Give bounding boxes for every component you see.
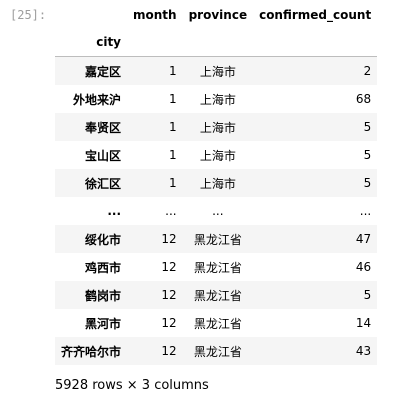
table-row: 徐汇区 1 上海市 5 [55, 169, 378, 197]
cell-month: 12 [161, 344, 177, 358]
cell-province: 黑龙江省 [193, 316, 242, 331]
cell-province: 上海市 [199, 148, 236, 163]
table-row: 齐齐哈尔市 12 黑龙江省 43 [55, 337, 378, 365]
cell-province: 黑龙江省 [193, 232, 242, 247]
cell-month: 1 [168, 64, 177, 78]
table-row: 奉贤区 1 上海市 5 [55, 113, 378, 141]
table-row: 宝山区 1 上海市 5 [55, 141, 377, 169]
cell-confirmed-count: 14 [355, 316, 372, 330]
row-index-city: 外地来沪 [73, 92, 122, 107]
table-body: 嘉定区 1 上海市 2 外地来沪 1 上海市 68 奉贤区 1 上海市 5 宝山区 1 上海市 5 徐汇区 1 上海… [55, 56, 378, 365]
cell-confirmed-count: 5 [363, 288, 372, 302]
cell-month: 1 [168, 120, 177, 134]
cell-confirmed-count: 46 [355, 260, 372, 274]
row-index-city: ... [107, 204, 122, 218]
table-row: 黑河市 12 黑龙江省 14 [55, 309, 377, 337]
cell-province: 上海市 [199, 176, 236, 191]
table-row: ............ [55, 197, 377, 225]
dataframe-shape-footer: 5928 rows × 3 columns [55, 378, 209, 393]
index-name-row: city [55, 28, 378, 57]
cell-month: 1 [168, 176, 177, 190]
column-header-row: month province confirmed_count [55, 2, 377, 28]
cell-province: 上海市 [199, 92, 236, 107]
cell-confirmed-count: 5 [363, 148, 372, 162]
index-header-blank [55, 2, 127, 28]
row-index-city: 徐汇区 [85, 176, 122, 191]
table-row: 绥化市 12 黑龙江省 47 [55, 225, 378, 253]
cell-confirmed-count: 5 [363, 176, 372, 190]
table-row: 鸡西市 12 黑龙江省 46 [55, 253, 377, 281]
cell-confirmed-count: ... [359, 204, 372, 218]
cell-province: 上海市 [199, 64, 236, 79]
cell-month: ... [165, 204, 177, 218]
cell-confirmed-count: 2 [363, 64, 372, 78]
cell-prompt: [25]: [10, 8, 47, 22]
row-index-city: 黑河市 [85, 316, 122, 331]
cell-month: 12 [161, 232, 177, 246]
cell-province: 黑龙江省 [193, 260, 242, 275]
cell-province: 上海市 [199, 120, 236, 135]
table-row: 外地来沪 1 上海市 68 [55, 85, 377, 113]
table-row: 鹤岗市 12 黑龙江省 5 [55, 281, 378, 309]
cell-confirmed-count: 5 [363, 120, 372, 134]
row-index-city: 齐齐哈尔市 [61, 344, 122, 359]
cell-confirmed-count: 43 [355, 344, 372, 358]
dataframe-table: month province confirmed_count city 嘉定区 1… [55, 2, 378, 365]
row-index-city: 鸡西市 [85, 260, 122, 275]
row-index-city: 嘉定区 [85, 64, 122, 79]
cell-month: 1 [168, 92, 177, 106]
cell-confirmed-count: 68 [355, 92, 372, 106]
cell-province: 黑龙江省 [193, 344, 242, 359]
row-index-city: 奉贤区 [85, 120, 122, 135]
cell-province: 黑龙江省 [193, 288, 242, 303]
row-index-city: 宝山区 [85, 148, 122, 163]
index-name-header: city [96, 35, 122, 49]
cell-month: 12 [161, 288, 177, 302]
table-row: 嘉定区 1 上海市 2 [55, 56, 378, 85]
cell-province: ... [212, 204, 224, 218]
column-header-month: month [133, 8, 177, 22]
row-index-city: 鹤岗市 [85, 288, 122, 303]
cell-month: 1 [168, 148, 177, 162]
column-header-province: province [188, 8, 248, 22]
column-header-confirmed-count: confirmed_count [259, 8, 372, 22]
cell-month: 12 [161, 316, 177, 330]
cell-confirmed-count: 47 [355, 232, 372, 246]
cell-month: 12 [161, 260, 177, 274]
row-index-city: 绥化市 [85, 232, 122, 247]
